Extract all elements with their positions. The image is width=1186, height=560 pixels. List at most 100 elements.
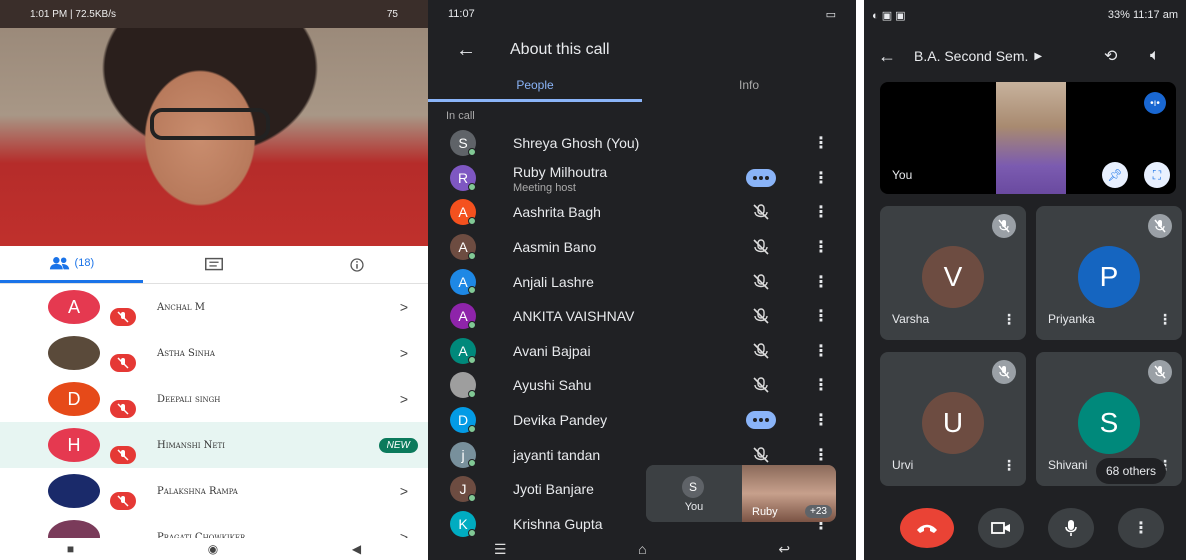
camera-icon [991, 522, 1010, 534]
participant-name: Shreya Ghosh (You) [513, 135, 640, 152]
self-view[interactable]: You •ı• 📌︎ ⛶ [880, 82, 1176, 194]
status-left: 1:01 PM | 72.5KB/s [30, 8, 116, 20]
picture-in-picture[interactable]: S You Ruby +23 [646, 465, 836, 522]
chevron-right-icon[interactable]: ▶ [1034, 51, 1042, 62]
kebab-icon[interactable]: ⋮ [813, 375, 829, 395]
back-icon[interactable]: ↩ [778, 541, 790, 558]
pip-other-video: Ruby +23 [742, 465, 836, 522]
status-time: 11:07 [448, 8, 475, 20]
kebab-icon[interactable]: ⋮ [813, 272, 829, 292]
menu-icon[interactable]: ☰ [494, 541, 507, 558]
home-icon[interactable]: ◉ [208, 542, 218, 556]
avatar [48, 336, 100, 370]
avatar: A [48, 290, 100, 324]
mic-off-icon [746, 203, 776, 221]
end-call-button[interactable] [900, 508, 954, 548]
kebab-icon[interactable]: ⋮ [813, 202, 829, 222]
participant-row[interactable]: Ayushi Sahu ⋮ [428, 368, 856, 403]
mic-off-icon [110, 400, 136, 418]
presence-dot [468, 355, 476, 364]
kebab-icon[interactable]: ⋮ [813, 306, 829, 326]
participant-row[interactable]: D Deepali singh > [0, 376, 428, 422]
presence-dot [468, 424, 476, 433]
participant-name: Avani Bajpai [513, 342, 591, 359]
more-count-badge: +23 [805, 505, 832, 518]
kebab-icon[interactable]: ⋮ [813, 445, 829, 465]
kebab-icon[interactable]: ⋮ [813, 341, 829, 361]
self-video [996, 82, 1066, 194]
participant-row[interactable]: A Anchal M > [0, 284, 428, 330]
speaker-video[interactable] [0, 28, 428, 246]
section-label: In call [446, 110, 475, 122]
participant-row[interactable]: D Devika Pandey ⋮ [428, 403, 856, 438]
mic-toggle-button[interactable] [1048, 508, 1094, 548]
participant-row[interactable]: S Shreya Ghosh (You) ⋮ [428, 126, 856, 161]
kebab-icon[interactable]: ⋮ [1002, 457, 1016, 474]
others-badge[interactable]: 68 others [1096, 458, 1167, 484]
switch-camera-icon[interactable]: ⟲ [1104, 46, 1117, 66]
microphone-icon [1065, 520, 1077, 536]
speaker-icon[interactable]: 🔈︎ [1150, 47, 1160, 65]
kebab-icon[interactable]: ⋮ [1002, 311, 1016, 328]
kebab-icon[interactable]: ⋮ [1158, 311, 1172, 328]
home-icon[interactable]: ⌂ [638, 541, 646, 557]
avatar: S [682, 476, 704, 498]
chevron-right-icon[interactable]: > [400, 299, 408, 315]
chevron-right-icon[interactable]: > [400, 391, 408, 407]
participant-name: Varsha [892, 312, 930, 326]
pin-icon[interactable]: 📌︎ [1102, 162, 1128, 188]
presence-dot [468, 493, 476, 502]
notification-icons: ◐ ▣ ▣ [872, 9, 906, 22]
back-arrow-icon[interactable]: ← [878, 46, 896, 67]
back-icon[interactable]: ◀ [352, 542, 361, 556]
pip-self-label: You [684, 501, 704, 513]
participant-row[interactable]: Palakshna Rampa > [0, 468, 428, 514]
meeting-title[interactable]: B.A. Second Sem. [914, 48, 1028, 64]
participant-row[interactable]: A Aashrita Bagh ⋮ [428, 195, 856, 230]
presence-dot [468, 217, 476, 226]
tab-people[interactable]: People [428, 72, 642, 102]
participant-tile[interactable]: U Urvi ⋮ [880, 352, 1026, 486]
tab-info[interactable] [285, 246, 428, 283]
chevron-right-icon[interactable]: > [400, 345, 408, 361]
participant-row[interactable]: R Ruby Milhoutra Meeting host ⋮ [428, 161, 856, 196]
page-title: About this call [510, 41, 610, 58]
participant-name: Anjali Lashre [513, 273, 594, 290]
tab-info[interactable]: Info [642, 72, 856, 102]
participant-row[interactable]: A Aasmin Bano ⋮ [428, 230, 856, 265]
recents-icon[interactable]: ■ [67, 542, 74, 556]
kebab-icon[interactable]: ⋮ [813, 133, 829, 153]
avatar: H [48, 428, 100, 462]
back-arrow-icon[interactable]: ← [456, 39, 476, 62]
tab-people[interactable]: (18) [0, 246, 143, 283]
participant-row[interactable]: A Avani Bajpai ⋮ [428, 334, 856, 369]
mic-off-icon [746, 446, 776, 464]
participant-name: ANKITA VAISHNAV [513, 308, 635, 325]
participant-role: Meeting host [513, 181, 576, 194]
mic-off-icon [746, 238, 776, 256]
tab-chat[interactable] [143, 246, 286, 283]
participant-row[interactable]: Astha Sinha > [0, 330, 428, 376]
kebab-icon[interactable]: ⋮ [813, 237, 829, 257]
kebab-icon[interactable]: ⋮ [813, 410, 829, 430]
chevron-right-icon[interactable]: > [400, 483, 408, 499]
participant-tile[interactable]: P Priyanka ⋮ [1036, 206, 1182, 340]
participant-row[interactable]: H Himanshi Neti NEW [0, 422, 428, 468]
android-nav-bar: ☰ ⌂ ↩ [428, 538, 856, 560]
chat-icon [205, 257, 223, 270]
participant-tile[interactable]: V Varsha ⋮ [880, 206, 1026, 340]
participant-row[interactable]: A ANKITA VAISHNAV ⋮ [428, 299, 856, 334]
mic-off-icon [110, 446, 136, 464]
camera-toggle-button[interactable] [978, 508, 1024, 548]
status-bar: ◐ ▣ ▣ 33% 11:17 am [864, 0, 1186, 30]
participant-name: Himanshi Neti [157, 439, 225, 451]
screen-right: ◐ ▣ ▣ 33% 11:17 am ← B.A. Second Sem. ▶ … [864, 0, 1186, 560]
kebab-icon[interactable]: ⋮ [813, 168, 829, 188]
more-options-button[interactable]: ⋮ [1118, 508, 1164, 548]
mic-off-icon [1148, 214, 1172, 238]
battery-icon: ▭ [825, 8, 836, 21]
fullscreen-icon[interactable]: ⛶ [1144, 162, 1170, 188]
avatar: V [922, 246, 984, 308]
participant-row[interactable]: A Anjali Lashre ⋮ [428, 264, 856, 299]
mic-off-icon [992, 214, 1016, 238]
